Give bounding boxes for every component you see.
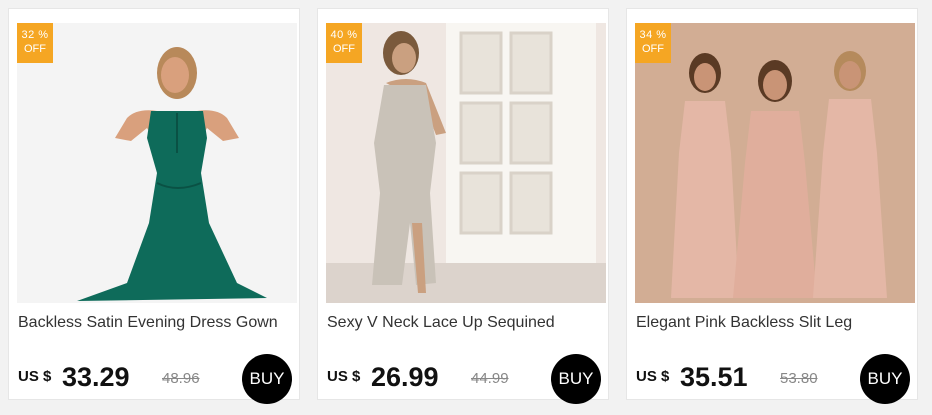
- product-card[interactable]: 32 % OFF Backless Satin Evening Dress Go…: [8, 8, 300, 404]
- dress-photo-silver-sequin: [326, 23, 606, 303]
- discount-off-label: OFF: [24, 43, 46, 55]
- product-image[interactable]: 34 % OFF: [635, 23, 915, 303]
- original-price: 53.80: [780, 370, 818, 387]
- product-card[interactable]: 40 % OFF Sexy V Neck Lace Up Sequined US…: [317, 8, 609, 404]
- product-title[interactable]: Elegant Pink Backless Slit Leg: [636, 314, 912, 332]
- price-row: US $ 35.51 53.80 BUY: [636, 354, 911, 404]
- discount-badge: 34 % OFF: [635, 23, 671, 63]
- sale-price: 26.99: [371, 362, 439, 392]
- currency-label: US $: [18, 368, 52, 385]
- product-title[interactable]: Backless Satin Evening Dress Gown: [18, 314, 294, 332]
- sale-price: 33.29: [62, 362, 130, 392]
- discount-percent: 32 %: [21, 29, 49, 41]
- discount-off-label: OFF: [642, 43, 664, 55]
- original-price: 48.96: [162, 370, 200, 387]
- discount-off-label: OFF: [333, 43, 355, 55]
- product-image[interactable]: 32 % OFF: [17, 23, 297, 303]
- dress-photo-pink-bridesmaid: [635, 23, 915, 303]
- product-title[interactable]: Sexy V Neck Lace Up Sequined: [327, 314, 603, 332]
- original-price: 44.99: [471, 370, 509, 387]
- discount-percent: 40 %: [330, 29, 358, 41]
- sale-price: 35.51: [680, 362, 748, 392]
- dress-photo-green-mermaid: [17, 23, 297, 303]
- discount-badge: 40 % OFF: [326, 23, 362, 63]
- buy-button[interactable]: BUY: [242, 354, 292, 404]
- price-row: US $ 33.29 48.96 BUY: [18, 354, 293, 404]
- discount-percent: 34 %: [639, 29, 667, 41]
- product-card[interactable]: 34 % OFF Elegant Pink Backless Slit Leg …: [626, 8, 918, 404]
- price-row: US $ 26.99 44.99 BUY: [327, 354, 602, 404]
- discount-badge: 32 % OFF: [17, 23, 53, 63]
- currency-label: US $: [636, 368, 670, 385]
- buy-button[interactable]: BUY: [860, 354, 910, 404]
- buy-button[interactable]: BUY: [551, 354, 601, 404]
- product-image[interactable]: 40 % OFF: [326, 23, 606, 303]
- currency-label: US $: [327, 368, 361, 385]
- product-grid: 32 % OFF Backless Satin Evening Dress Go…: [0, 0, 932, 415]
